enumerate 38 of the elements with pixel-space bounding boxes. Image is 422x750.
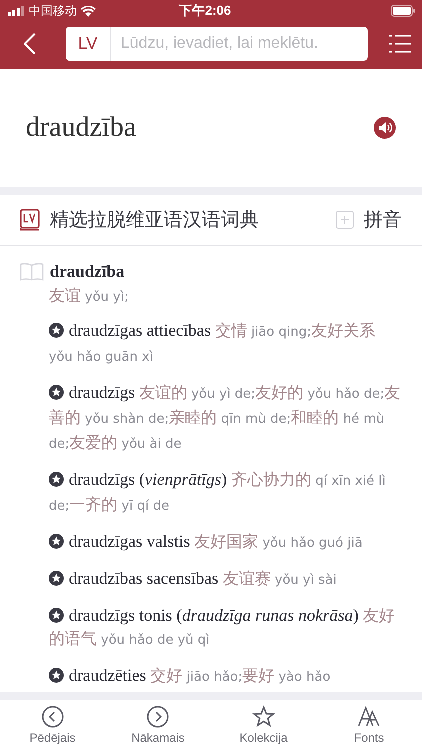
battery-icon — [391, 5, 416, 17]
star-icon — [49, 571, 64, 586]
clock-time: 下午2:06 — [178, 2, 232, 20]
carrier-name: 中国移动 — [29, 2, 77, 20]
font-size-icon — [357, 705, 382, 729]
example-phrase: draudzīgs 友谊的 yǒu yì de;友好的 yǒu hǎo de;友善的 yǒu shàn de;亲睦的 qīn mù de;和睦的 hé mù de;友爱的 yǒu ài de — [49, 382, 402, 454]
headword: draudzība — [26, 112, 138, 144]
example-phrase: draudzības sacensības 友谊赛 yǒu yì sài — [49, 567, 402, 592]
tab-button[interactable]: Kolekcija — [211, 700, 316, 750]
tab-button[interactable]: Nākamais — [106, 700, 211, 750]
tab-button[interactable]: Pēdējais — [0, 700, 106, 750]
star-icon — [49, 385, 64, 400]
previous-icon — [40, 705, 65, 729]
example-phrase: draudzīgas valstis 友好国家 yǒu hǎo guó jiā — [49, 530, 402, 555]
example-phrase: draudzīgs tonis (draudzīga runas nokrāsa) 友好的语气 yǒu hǎo de yǔ qì — [49, 605, 396, 650]
star-icon — [49, 472, 64, 487]
star-icon — [49, 323, 64, 338]
dictionary-title: 精选拉脱维亚语汉语词典 — [50, 209, 259, 233]
example-phrase: draudzīgs (vienprātīgs) 齐心协力的 qí xīn xié lì de;一齐的 yī qí de — [49, 469, 387, 516]
example-phrase: draudzīgas attiecības 交情 jiāo qing;友好关系 yǒu hǎo guān xì — [49, 320, 376, 367]
star-icon — [252, 705, 276, 729]
star-icon — [49, 668, 64, 683]
search-field[interactable]: LV Lūdzu, ievadiet, lai meklētu. — [66, 26, 368, 60]
signal-icon — [8, 6, 25, 16]
wifi-icon — [81, 6, 96, 16]
speaker-button[interactable] — [374, 117, 396, 139]
star-icon — [49, 534, 64, 549]
pinyin-label: 拼音 — [364, 209, 402, 233]
open-book-icon — [20, 263, 44, 281]
star-icon — [49, 608, 64, 623]
entry-word: draudzība — [50, 262, 125, 282]
definition-text: 友谊 yǒu yì; — [49, 286, 130, 307]
book-icon — [20, 209, 40, 231]
next-icon — [146, 705, 170, 729]
example-phrase: draudzēties 交好 jiāo hǎo;要好 yào hǎo — [49, 664, 402, 689]
checkbox[interactable] — [336, 211, 354, 229]
language-selector[interactable]: LV — [66, 26, 111, 60]
tab-button[interactable]: Fonts — [316, 700, 422, 750]
